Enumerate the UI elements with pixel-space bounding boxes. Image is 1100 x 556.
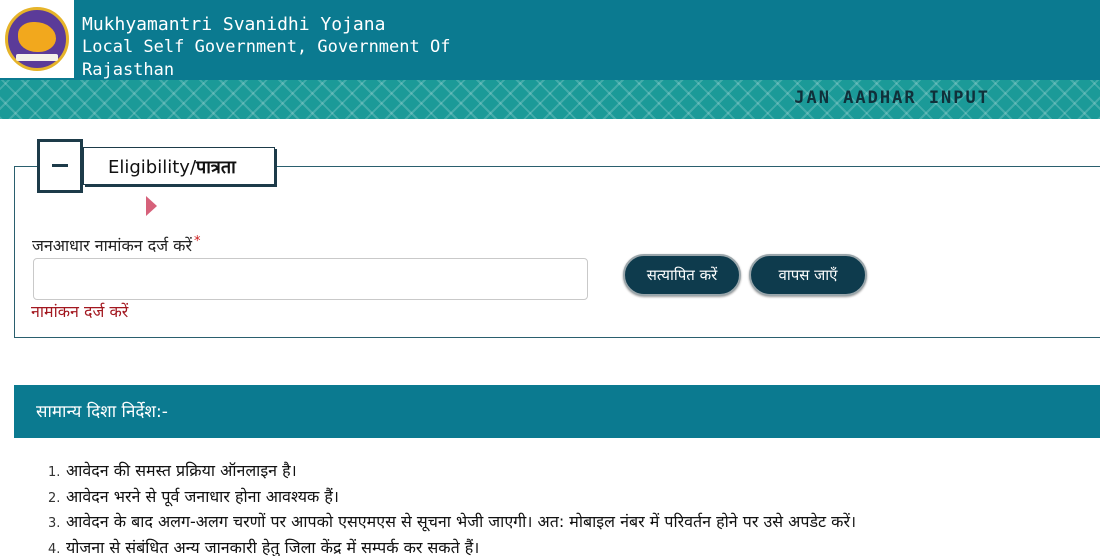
site-title-line2: Local Self Government, Government Of <box>82 37 451 57</box>
site-title-line3: Rajasthan <box>82 60 175 80</box>
instruction-number: 2. <box>48 490 61 506</box>
legend-hi: पात्रता <box>196 157 236 178</box>
instruction-item: 3. आवेदन के बाद अलग-अलग चरणों पर आपको एसए… <box>48 510 856 536</box>
instruction-item: 1. आवेदन की समस्त प्रक्रिया ऑनलाइन है। <box>48 459 856 485</box>
verify-button[interactable]: सत्यापित करें <box>623 254 741 296</box>
eligibility-legend: Eligibility/पात्रता <box>83 147 275 185</box>
section-label: JAN AADHAR INPUT <box>794 88 990 108</box>
back-button[interactable]: वापस जाएँ <box>749 254 867 296</box>
instruction-item: 2. आवेदन भरने से पूर्व जनाधार होना आवश्यक… <box>48 485 856 511</box>
instructions-list: 1. आवेदन की समस्त प्रक्रिया ऑनलाइन है। 2.… <box>48 459 856 556</box>
jan-aadhar-field-label: जनआधार नामांकन दर्ज करें * <box>32 234 201 256</box>
eligibility-legend-text: Eligibility/पात्रता <box>108 155 236 179</box>
jan-aadhar-input[interactable] <box>33 258 588 300</box>
jan-aadhar-label-text: जनआधार नामांकन दर्ज करें <box>32 236 192 255</box>
instruction-text: आवेदन के बाद अलग-अलग चरणों पर आपको एसएमए… <box>66 512 857 531</box>
logo-container <box>0 0 74 78</box>
required-mark: * <box>194 234 201 249</box>
instructions-header: सामान्य दिशा निर्देश:- <box>14 385 1100 438</box>
collapse-minus-icon <box>52 164 68 167</box>
instruction-text: आवेदन भरने से पूर्व जनाधार होना आवश्यक ह… <box>66 486 339 506</box>
triangle-pointer-icon <box>146 196 157 216</box>
legend-en: Eligibility/ <box>108 157 197 178</box>
instruction-number: 1. <box>48 465 61 480</box>
emblem-ribbon <box>16 54 58 61</box>
government-emblem-logo <box>5 7 69 71</box>
instruction-text: आवेदन की समस्त प्रक्रिया ऑनलाइन है। <box>66 461 297 480</box>
instruction-item: 4. योजना से संबंधित अन्य जानकारी हेतु जिल… <box>48 536 856 556</box>
collapse-toggle-button[interactable] <box>37 139 83 193</box>
instructions-title: सामान्य दिशा निर्देश:- <box>36 402 168 422</box>
jan-aadhar-hint: नामांकन दर्ज करें <box>31 302 129 321</box>
instruction-number: 3. <box>48 516 61 531</box>
site-title: Mukhyamantri Svanidhi Yojana Local Self … <box>82 13 450 82</box>
emblem-map-shape <box>18 22 56 52</box>
instruction-number: 4. <box>48 541 61 556</box>
site-title-line1: Mukhyamantri Svanidhi Yojana <box>82 14 386 35</box>
instruction-text: योजना से संबंधित अन्य जानकारी हेतु जिला … <box>66 537 480 556</box>
